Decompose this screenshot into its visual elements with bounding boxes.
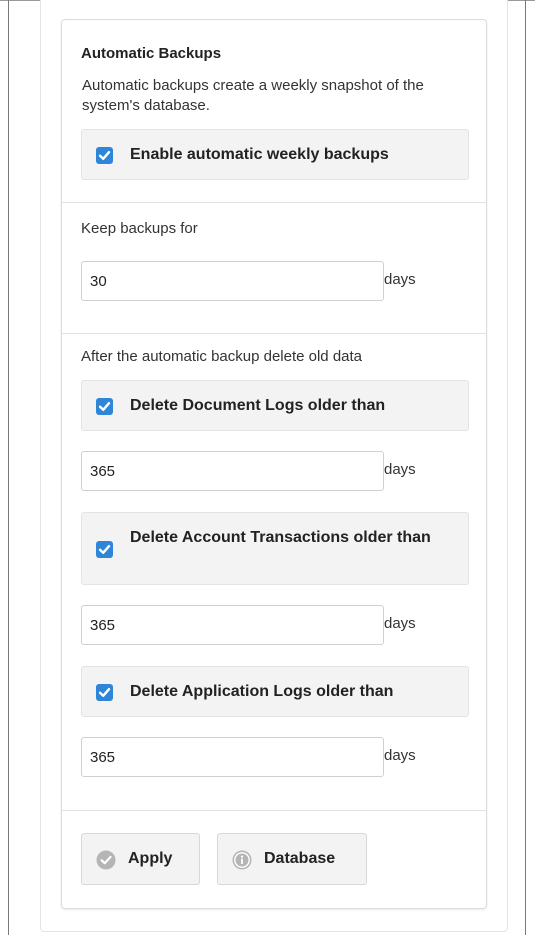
delete-document-logs-label: Delete Document Logs older than xyxy=(130,397,386,414)
divider xyxy=(62,810,486,811)
left-edge xyxy=(8,0,9,935)
account-transactions-row: days xyxy=(81,605,471,645)
enable-backups-label: Enable automatic weekly backups xyxy=(130,146,389,163)
checkmark-icon xyxy=(98,545,111,554)
checkmark-icon xyxy=(98,688,111,697)
delete-document-logs-checkbox-row[interactable]: Delete Document Logs older than xyxy=(81,380,469,431)
divider xyxy=(62,202,486,203)
database-button-label: Database xyxy=(264,850,336,867)
document-logs-days-input[interactable] xyxy=(81,451,384,491)
account-transactions-unit: days xyxy=(384,615,416,632)
keep-backups-unit: days xyxy=(384,271,416,288)
delete-document-logs-checkbox[interactable] xyxy=(96,398,113,415)
account-transactions-days-input[interactable] xyxy=(81,605,384,645)
check-circle-icon xyxy=(96,850,116,870)
delete-application-logs-checkbox-row[interactable]: Delete Application Logs older than xyxy=(81,666,469,717)
application-logs-row: days xyxy=(81,737,471,777)
window-frame: Automatic Backups Automatic backups crea… xyxy=(0,0,535,935)
enable-backups-checkbox[interactable] xyxy=(96,147,113,164)
application-logs-unit: days xyxy=(384,747,416,764)
delete-application-logs-checkbox[interactable] xyxy=(96,684,113,701)
right-edge xyxy=(525,0,526,935)
delete-account-transactions-checkbox-row[interactable]: Delete Account Transactions older than xyxy=(81,512,469,585)
enable-backups-checkbox-row[interactable]: Enable automatic weekly backups xyxy=(81,129,469,180)
document-logs-unit: days xyxy=(384,461,416,478)
keep-backups-label: Keep backups for xyxy=(81,220,198,237)
backup-settings-panel: Automatic Backups Automatic backups crea… xyxy=(61,19,487,909)
divider xyxy=(62,333,486,334)
keep-backups-row: days xyxy=(81,261,471,301)
section-description: Automatic backups create a weekly snapsh… xyxy=(82,77,424,114)
document-logs-row: days xyxy=(81,451,471,491)
cleanup-label: After the automatic backup delete old da… xyxy=(81,348,363,365)
database-button[interactable]: Database xyxy=(217,833,367,885)
checkmark-icon xyxy=(98,151,111,160)
delete-application-logs-label: Delete Application Logs older than xyxy=(130,683,394,700)
delete-account-transactions-label: Delete Account Transactions older than xyxy=(130,529,431,546)
section-heading: Automatic Backups xyxy=(81,45,222,62)
keep-backups-input[interactable] xyxy=(81,261,384,301)
apply-button-label: Apply xyxy=(128,850,173,867)
checkmark-icon xyxy=(98,402,111,411)
application-logs-days-input[interactable] xyxy=(81,737,384,777)
delete-account-transactions-checkbox[interactable] xyxy=(96,541,113,558)
apply-button[interactable]: Apply xyxy=(81,833,200,885)
info-circle-icon xyxy=(232,850,252,870)
